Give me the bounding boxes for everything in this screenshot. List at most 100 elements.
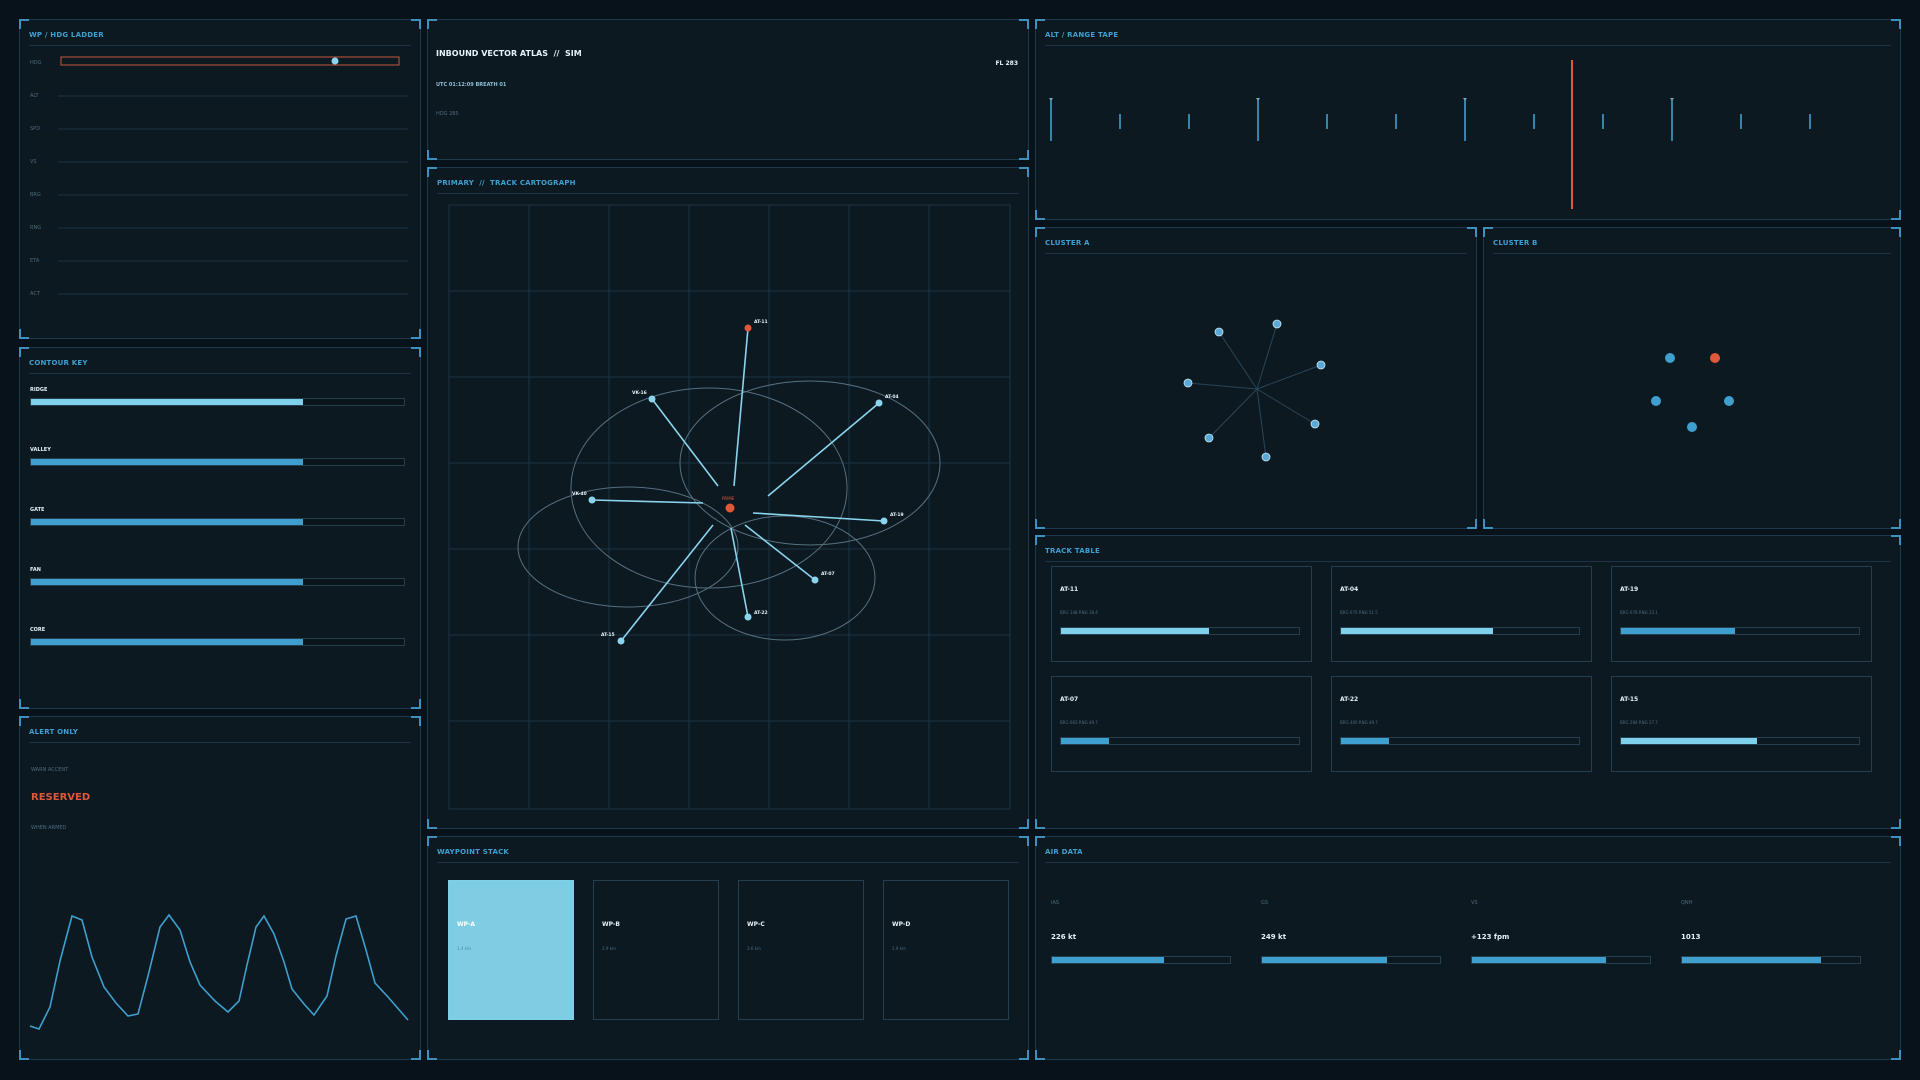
track-progress-bar xyxy=(1620,737,1860,745)
cluster-b-graphic xyxy=(1651,353,1734,432)
track-id: AT-11 xyxy=(1060,586,1079,593)
track-point-vk-40[interactable] xyxy=(588,496,596,504)
waypoint-distance: 1.4 km xyxy=(457,946,471,951)
waypoint-distance: 2.9 km xyxy=(892,946,906,951)
waypoint-stack-panel: WAYPOINT STACK WP-A 1.4 km WP-B 2.9 km WP-C 3… xyxy=(427,836,1029,1060)
track-point-at-07[interactable] xyxy=(811,576,819,584)
header-panel: INBOUND VECTOR ATLAS // SIM FL 283 UTC 0… xyxy=(427,19,1029,160)
contour-level-fill xyxy=(31,519,304,525)
waypoint-card[interactable]: WP-C 3.6 km xyxy=(738,880,864,1020)
track-info: BRG 148 RNG 38.4 xyxy=(1060,610,1098,615)
waypoint-distance: 2.9 km xyxy=(602,946,616,951)
track-progress-bar xyxy=(1340,737,1580,745)
alt-range-tape-panel: ALT / RANGE TAPE xyxy=(1035,19,1901,220)
waypoint-card[interactable]: WP-B 2.9 km xyxy=(593,880,719,1020)
air-data-fill xyxy=(1472,957,1606,963)
waypoint-name: WP-C xyxy=(747,921,765,928)
track-progress-fill xyxy=(1061,738,1109,744)
air-data-value: 1013 xyxy=(1681,933,1701,941)
track-progress-bar xyxy=(1620,627,1860,635)
track-progress-bar xyxy=(1060,737,1300,745)
ladder-marker xyxy=(331,57,339,65)
contour-level-bar xyxy=(30,458,405,466)
panel-title: WAYPOINT STACK xyxy=(437,848,510,856)
waypoint-name: WP-A xyxy=(457,921,476,928)
cluster-a-graphic xyxy=(1183,319,1326,462)
track-label: VK-40 xyxy=(572,491,587,497)
air-data-label: GS xyxy=(1261,900,1269,906)
track-progress-fill xyxy=(1061,628,1209,634)
heading-readout: HDG 285 xyxy=(436,111,459,117)
contour-key-panel: CONTOUR KEY RIDGE VALLEY GATE FAN CORE xyxy=(19,347,421,709)
contour-item-label: VALLEY xyxy=(30,447,51,453)
prime-label: PRIME xyxy=(722,496,735,501)
wp-hdg-ladder-panel: WP / HDG LADDER HDG ALT SPD VS BRG RNG E… xyxy=(19,19,421,339)
track-progress-fill xyxy=(1621,738,1757,744)
air-data-bar xyxy=(1471,956,1651,964)
contour-level-bar xyxy=(30,638,405,646)
contour-level-bar xyxy=(30,518,405,526)
prime-marker xyxy=(725,503,735,513)
track-card-at-22[interactable]: AT-22 BRG 400 RNG 49.7 xyxy=(1331,676,1592,772)
track-point-at-22[interactable] xyxy=(744,613,752,621)
contour-level-fill xyxy=(31,579,304,585)
ladder-graphic xyxy=(58,56,408,295)
track-progress-bar xyxy=(1060,627,1300,635)
air-data-fill xyxy=(1682,957,1821,963)
cluster-a-panel: CLUSTER A xyxy=(1035,227,1477,529)
track-point-at-19[interactable] xyxy=(880,517,888,525)
air-data-fill xyxy=(1052,957,1165,963)
track-id: AT-07 xyxy=(1060,696,1079,703)
air-data-bar xyxy=(1051,956,1231,964)
panel-title: AIR DATA xyxy=(1045,848,1083,856)
track-point-at-15[interactable] xyxy=(617,637,625,645)
track-point-at-04[interactable] xyxy=(875,399,883,407)
waypoint-card[interactable]: WP-A 1.4 km xyxy=(448,880,574,1020)
air-data-bar xyxy=(1261,956,1441,964)
track-id: AT-22 xyxy=(1340,696,1359,703)
track-point-vk-16[interactable] xyxy=(648,395,656,403)
track-progress-fill xyxy=(1621,628,1736,634)
track-info: BRG 070 RNG 51.5 xyxy=(1340,610,1378,615)
waveform-graphic xyxy=(29,913,409,1030)
track-progress-fill xyxy=(1341,628,1494,634)
track-card-at-19[interactable]: AT-19 BRG 078 RNG 23.1 xyxy=(1611,566,1872,662)
track-label: AT-15 xyxy=(601,632,615,638)
track-progress-bar xyxy=(1340,627,1580,635)
flight-level: FL 283 xyxy=(995,60,1018,67)
contour-item-label: FAN xyxy=(30,567,41,573)
air-data-value: +123 fpm xyxy=(1471,933,1510,941)
track-card-at-15[interactable]: AT-15 BRG 284 RNG 27.7 xyxy=(1611,676,1872,772)
panel-title: TRACK TABLE xyxy=(1045,547,1101,555)
track-id: AT-04 xyxy=(1340,586,1359,593)
track-map-panel: PRIMARY // TRACK CARTOGRAPH AT-11 AT-04 … xyxy=(427,167,1029,829)
track-label: AT-22 xyxy=(754,610,768,616)
track-card-at-07[interactable]: AT-07 BRG 083 RNG 49.7 xyxy=(1051,676,1312,772)
track-point-at-11[interactable] xyxy=(744,324,752,332)
utc-readout: UTC 01:12:09 BREATH 01 xyxy=(436,82,507,88)
track-map: AT-11 AT-04 AT-19 AT-07 AT-22 AT-15 VK-40 VK-16… xyxy=(448,204,1011,810)
track-id: AT-15 xyxy=(1620,696,1639,703)
air-data-value: 226 kt xyxy=(1051,933,1077,941)
track-label: AT-04 xyxy=(885,394,899,400)
contour-level-bar xyxy=(30,578,405,586)
contour-item-label: RIDGE xyxy=(30,387,48,393)
alert-panel: ALERT ONLY WARN ACCENT RESERVED WHEN ARM… xyxy=(19,716,421,1060)
track-info: BRG 284 RNG 27.7 xyxy=(1620,720,1658,725)
track-card-at-04[interactable]: AT-04 BRG 070 RNG 51.5 xyxy=(1331,566,1592,662)
waypoint-name: WP-B xyxy=(602,921,620,928)
track-info: BRG 078 RNG 23.1 xyxy=(1620,610,1658,615)
air-data-bar xyxy=(1681,956,1861,964)
track-table-panel: TRACK TABLE AT-11 BRG 148 RNG 38.4 AT-04 BR… xyxy=(1035,535,1901,829)
air-data-label: QNH xyxy=(1681,900,1693,906)
waypoint-card[interactable]: WP-D 2.9 km xyxy=(883,880,1009,1020)
panel-title: CONTOUR KEY xyxy=(29,359,88,367)
air-data-panel: AIR DATA IAS 226 kt GS 249 kt VS +123 fpm QNH 1… xyxy=(1035,836,1901,1060)
contour-level-fill xyxy=(31,399,304,405)
air-data-fill xyxy=(1262,957,1387,963)
air-data-label: IAS xyxy=(1051,900,1060,906)
track-card-at-11[interactable]: AT-11 BRG 148 RNG 38.4 xyxy=(1051,566,1312,662)
active-row-highlight xyxy=(60,56,400,66)
contour-level-bar xyxy=(30,398,405,406)
range-tape xyxy=(1049,60,1811,209)
